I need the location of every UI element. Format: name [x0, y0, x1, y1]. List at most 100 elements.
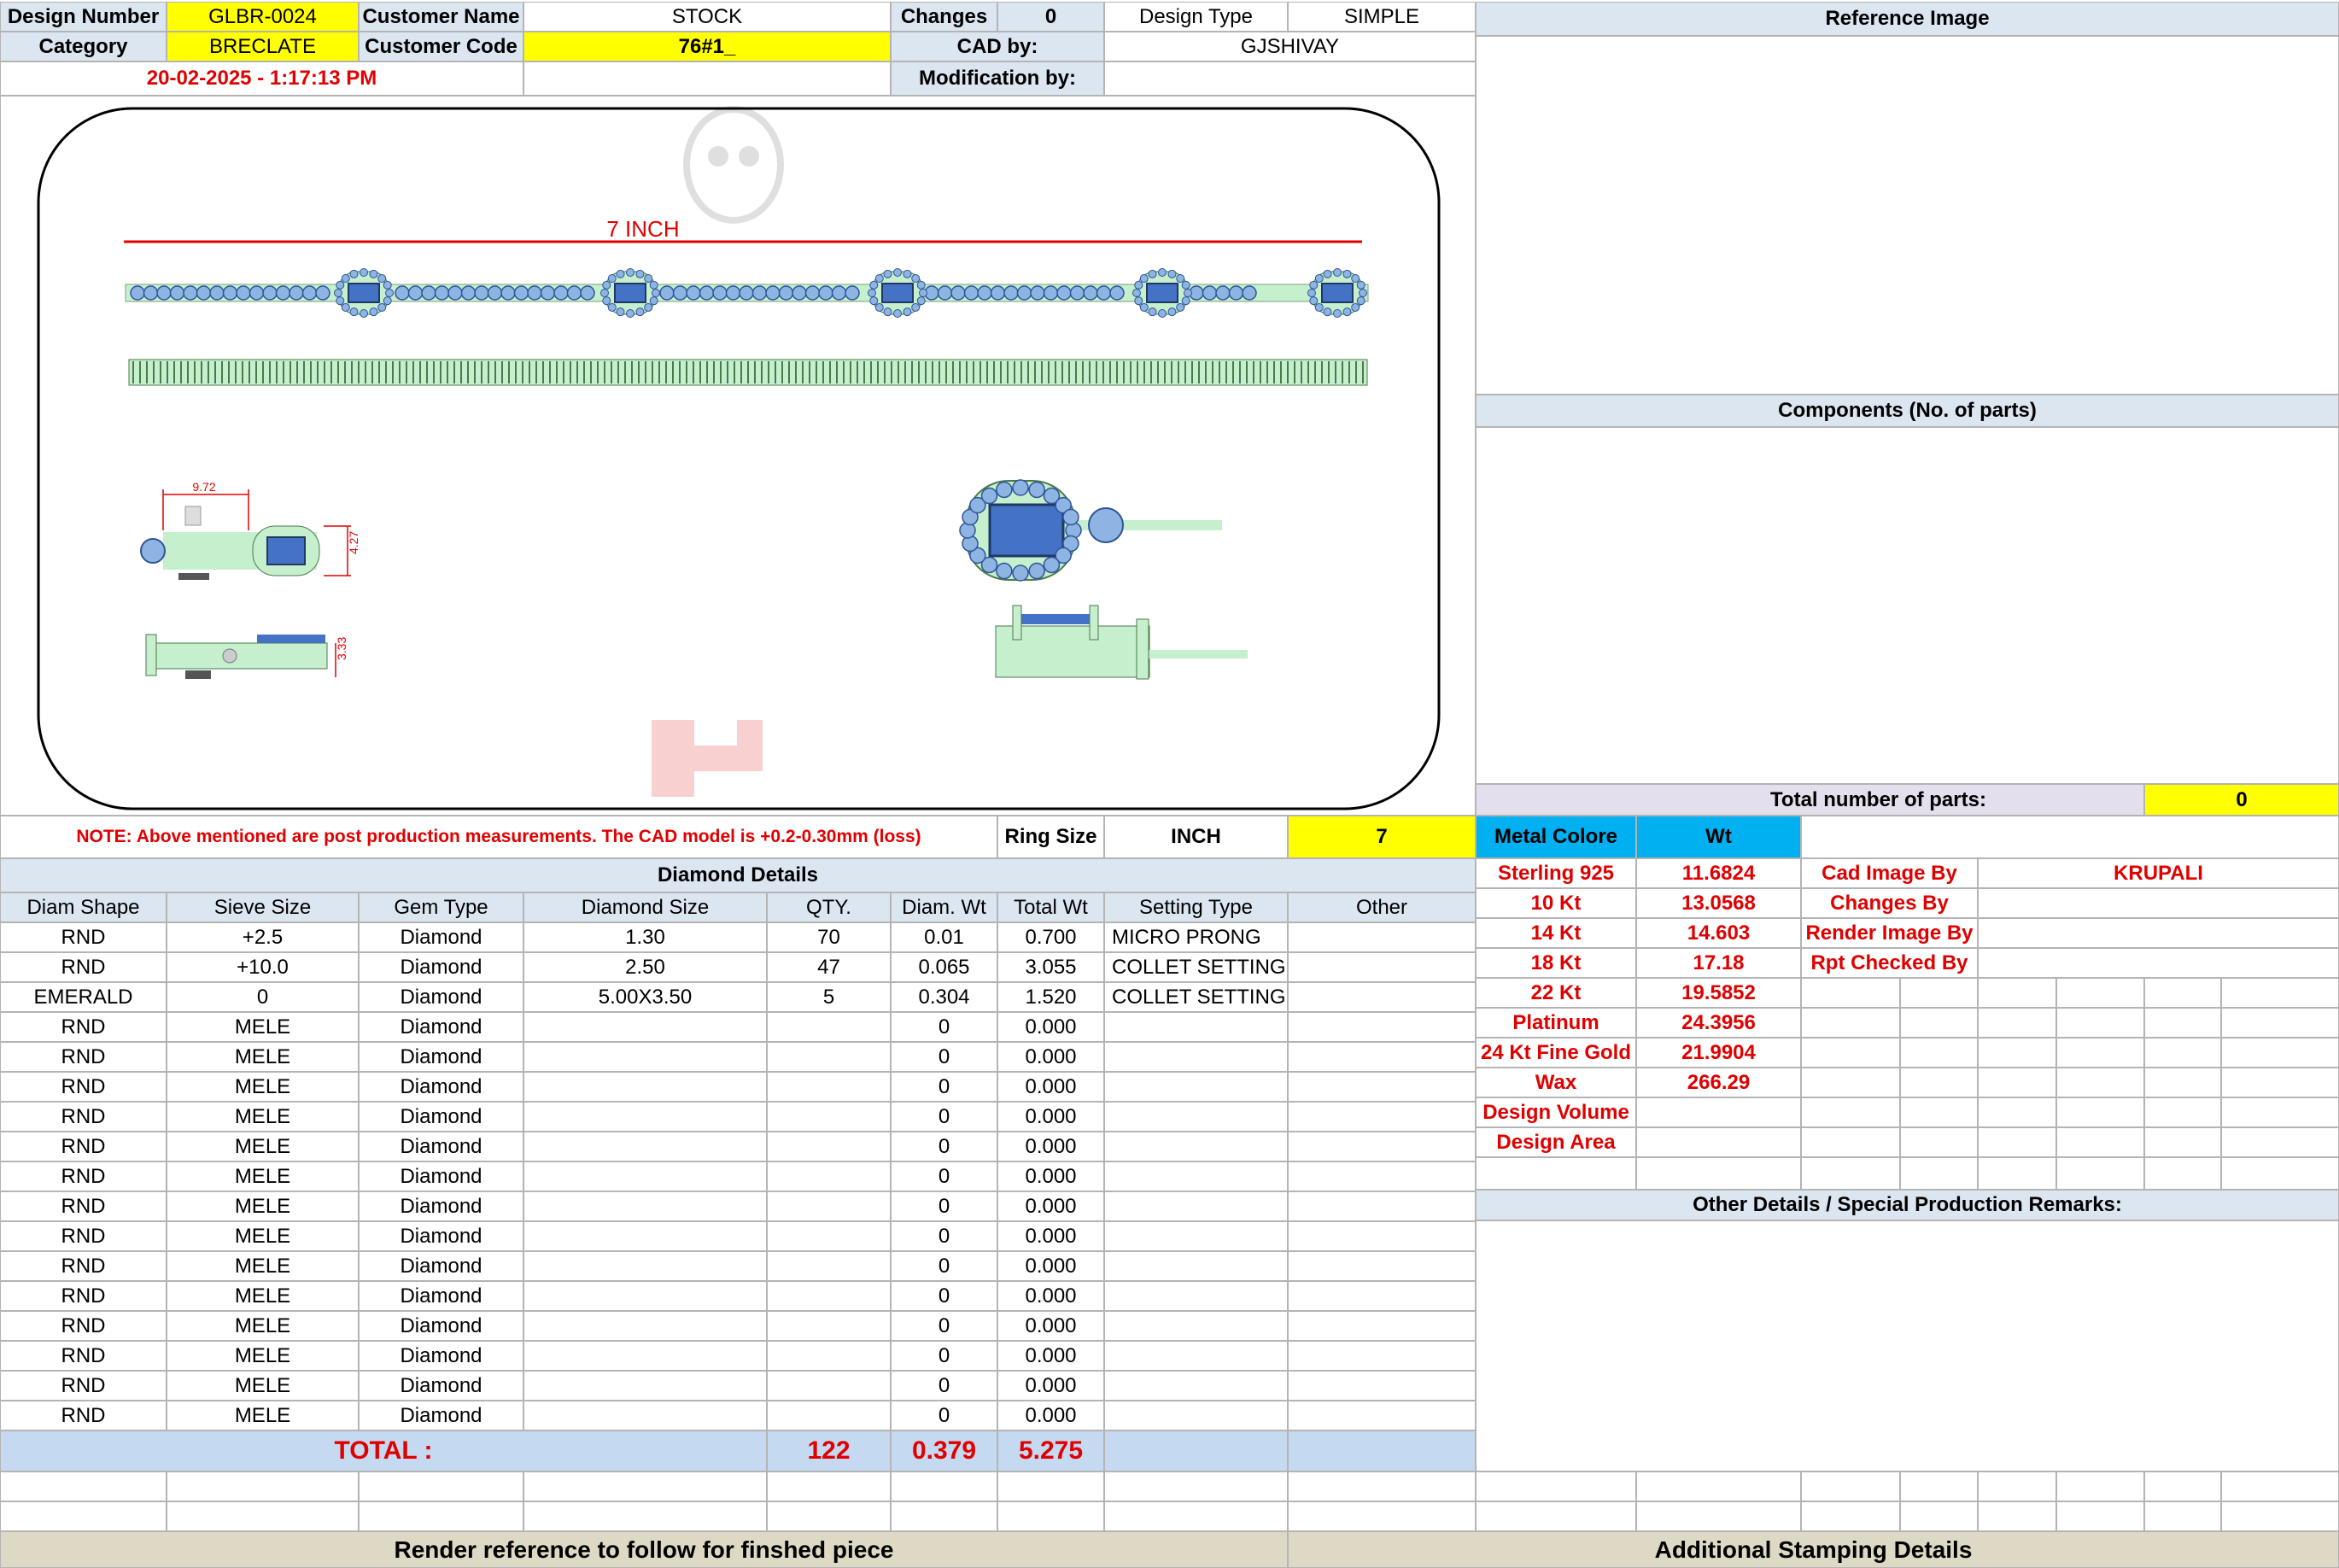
diamond-cell[interactable]: 5.00X3.50: [523, 982, 767, 1012]
blank-cell[interactable]: [1900, 1471, 1978, 1501]
blank-cell[interactable]: [167, 1501, 359, 1531]
blank-cell[interactable]: [523, 1471, 767, 1501]
modification-by-value[interactable]: [1104, 61, 1476, 96]
blank-cell[interactable]: [2221, 1471, 2339, 1501]
metal-weight[interactable]: [1636, 1097, 1801, 1127]
grid-cell[interactable]: [2056, 1097, 2144, 1127]
grid-cell[interactable]: [1801, 1127, 1900, 1157]
metal-weight[interactable]: 14.603: [1636, 918, 1801, 948]
grid-cell[interactable]: [1978, 1038, 2056, 1068]
diamond-cell[interactable]: RND: [0, 1042, 167, 1072]
diamond-cell[interactable]: [767, 1401, 891, 1431]
diamond-cell[interactable]: [1104, 1311, 1288, 1341]
diamond-cell[interactable]: [1288, 1311, 1476, 1341]
blank-cell[interactable]: [1476, 1501, 1636, 1531]
diamond-cell[interactable]: RND: [0, 1012, 167, 1042]
grid-cell[interactable]: [2221, 1068, 2339, 1097]
diamond-cell[interactable]: MICRO PRONG: [1104, 922, 1288, 952]
diamond-cell[interactable]: [767, 1281, 891, 1311]
diamond-cell[interactable]: [1288, 1012, 1476, 1042]
diamond-cell[interactable]: Diamond: [359, 1311, 523, 1341]
diamond-cell[interactable]: RND: [0, 922, 167, 952]
grid-cell[interactable]: [1900, 1038, 1978, 1068]
diamond-cell[interactable]: [1288, 1221, 1476, 1251]
blank-cell[interactable]: [891, 1501, 997, 1531]
diamond-cell[interactable]: 0.000: [997, 1072, 1104, 1102]
diamond-cell[interactable]: [1288, 1191, 1476, 1221]
diamond-cell[interactable]: Diamond: [359, 922, 523, 952]
diamond-cell[interactable]: [1288, 982, 1476, 1012]
blank-cell[interactable]: [1801, 1501, 1900, 1531]
blank-cell[interactable]: [1978, 1501, 2056, 1531]
diamond-cell[interactable]: Diamond: [359, 1042, 523, 1072]
grid-cell[interactable]: [2056, 978, 2144, 1008]
diamond-cell[interactable]: Diamond: [359, 1102, 523, 1132]
diamond-cell[interactable]: [1104, 1161, 1288, 1191]
diamond-cell[interactable]: [767, 1251, 891, 1281]
metal-weight[interactable]: 17.18: [1636, 948, 1801, 978]
diamond-cell[interactable]: [523, 1191, 767, 1221]
diamond-cell[interactable]: [767, 1042, 891, 1072]
diamond-cell[interactable]: 0: [167, 982, 359, 1012]
blank-cell[interactable]: [2144, 1501, 2221, 1531]
blank-cell[interactable]: [0, 1501, 167, 1531]
diamond-cell[interactable]: [523, 1221, 767, 1251]
grid-cell[interactable]: [1900, 1068, 1978, 1097]
blank-cell[interactable]: [2221, 1501, 2339, 1531]
metal-blank-row[interactable]: [1476, 1157, 1636, 1190]
diamond-cell[interactable]: [1288, 952, 1476, 982]
grid-cell[interactable]: [2056, 1038, 2144, 1068]
diamond-cell[interactable]: Diamond: [359, 1401, 523, 1431]
diamond-cell[interactable]: [523, 1072, 767, 1102]
grid-cell[interactable]: [1978, 1127, 2056, 1157]
diamond-cell[interactable]: [1104, 1102, 1288, 1132]
customer-name-value[interactable]: STOCK: [523, 2, 891, 32]
grid-cell[interactable]: [1978, 1157, 2056, 1190]
grid-cell[interactable]: [1801, 1157, 1900, 1190]
diamond-cell[interactable]: [1288, 1371, 1476, 1401]
ring-size-value[interactable]: 7: [1288, 816, 1476, 858]
diamond-cell[interactable]: 0.000: [997, 1401, 1104, 1431]
diamond-cell[interactable]: 0: [891, 1042, 997, 1072]
diamond-cell[interactable]: Diamond: [359, 1012, 523, 1042]
diamond-cell[interactable]: Diamond: [359, 1191, 523, 1221]
grid-cell[interactable]: [2144, 1097, 2221, 1127]
diamond-cell[interactable]: [523, 1251, 767, 1281]
grid-cell[interactable]: [1900, 1097, 1978, 1127]
diamond-cell[interactable]: Diamond: [359, 1371, 523, 1401]
diamond-cell[interactable]: 0: [891, 1401, 997, 1431]
diamond-cell[interactable]: Diamond: [359, 1251, 523, 1281]
diamond-cell[interactable]: [523, 1311, 767, 1341]
diamond-cell[interactable]: [767, 1012, 891, 1042]
metal-weight[interactable]: [1636, 1127, 1801, 1157]
diamond-cell[interactable]: Diamond: [359, 1072, 523, 1102]
diamond-cell[interactable]: Diamond: [359, 952, 523, 982]
blank-cell[interactable]: [1476, 1471, 1636, 1501]
metal-weight[interactable]: 24.3956: [1636, 1008, 1801, 1038]
diamond-cell[interactable]: MELE: [167, 1311, 359, 1341]
blank-cell[interactable]: [2056, 1501, 2144, 1531]
diamond-cell[interactable]: [767, 1371, 891, 1401]
diamond-cell[interactable]: RND: [0, 1221, 167, 1251]
blank-cell[interactable]: [1900, 1501, 1978, 1531]
diamond-cell[interactable]: [523, 1341, 767, 1371]
grid-cell[interactable]: [2144, 1157, 2221, 1190]
diamond-cell[interactable]: [1288, 1072, 1476, 1102]
diamond-cell[interactable]: 0: [891, 1102, 997, 1132]
grid-cell[interactable]: [1978, 978, 2056, 1008]
grid-cell[interactable]: [1978, 1008, 2056, 1038]
diamond-cell[interactable]: MELE: [167, 1281, 359, 1311]
diamond-cell[interactable]: [767, 1132, 891, 1161]
diamond-cell[interactable]: RND: [0, 1281, 167, 1311]
diamond-cell[interactable]: MELE: [167, 1132, 359, 1161]
diamond-cell[interactable]: 0: [891, 1251, 997, 1281]
diamond-cell[interactable]: 0: [891, 1221, 997, 1251]
diamond-cell[interactable]: [523, 1281, 767, 1311]
diamond-cell[interactable]: [1104, 1371, 1288, 1401]
grid-cell[interactable]: [2144, 1038, 2221, 1068]
diamond-cell[interactable]: 1.30: [523, 922, 767, 952]
diamond-cell[interactable]: RND: [0, 1102, 167, 1132]
blank-cell[interactable]: [523, 1501, 767, 1531]
category-value[interactable]: BRECLATE: [167, 32, 359, 61]
metal-weight[interactable]: 11.6824: [1636, 858, 1801, 888]
